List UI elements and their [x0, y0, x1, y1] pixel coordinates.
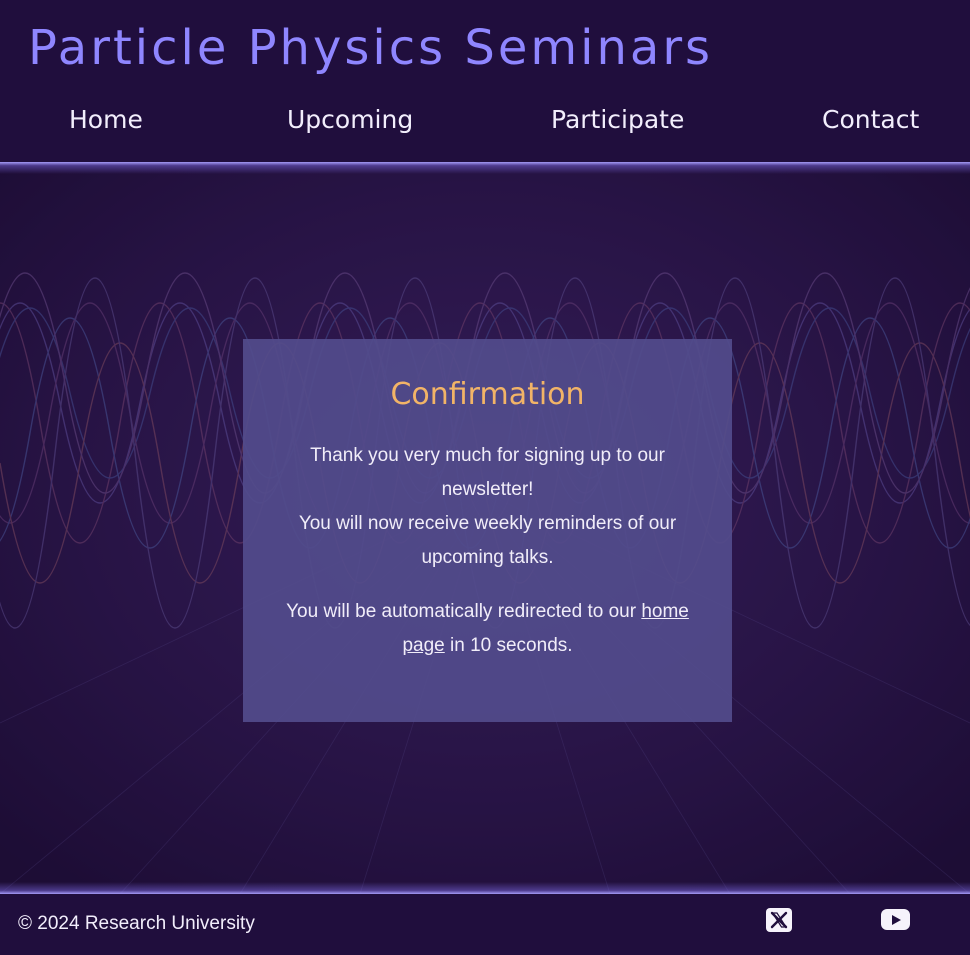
confirmation-body: Thank you very much for signing up to ou… — [283, 439, 692, 663]
copyright-text: © 2024 Research University — [18, 913, 255, 934]
reminder-text: You will now receive weekly reminders of… — [298, 513, 677, 568]
redirect-prefix: You will be automatically redirected to … — [286, 601, 637, 622]
site-header: Particle Physics Seminars Home Upcoming … — [0, 0, 970, 163]
nav-contact-link[interactable]: Contact — [822, 100, 919, 140]
site-title: Particle Physics Seminars — [28, 20, 714, 76]
redirect-suffix: in 10 seconds. — [450, 635, 573, 656]
footer-divider-glow — [0, 882, 970, 894]
nav-home-link[interactable]: Home — [69, 100, 143, 140]
confirmation-card: Confirmation Thank you very much for sig… — [243, 339, 732, 722]
confirmation-title: Confirmation — [390, 377, 585, 412]
site-footer: © 2024 Research University — [0, 894, 970, 955]
x-logo-icon[interactable] — [766, 908, 792, 932]
header-divider-glow — [0, 162, 970, 174]
redirect-text: You will be automatically redirected to … — [283, 595, 692, 663]
thank-you-text: Thank you very much for signing up to ou… — [310, 445, 665, 500]
main-nav: Home Upcoming Participate Contact — [0, 100, 970, 144]
nav-upcoming-link[interactable]: Upcoming — [287, 100, 413, 140]
page: Particle Physics Seminars Home Upcoming … — [0, 0, 970, 955]
nav-participate-link[interactable]: Participate — [551, 100, 684, 140]
youtube-icon[interactable] — [881, 909, 910, 930]
